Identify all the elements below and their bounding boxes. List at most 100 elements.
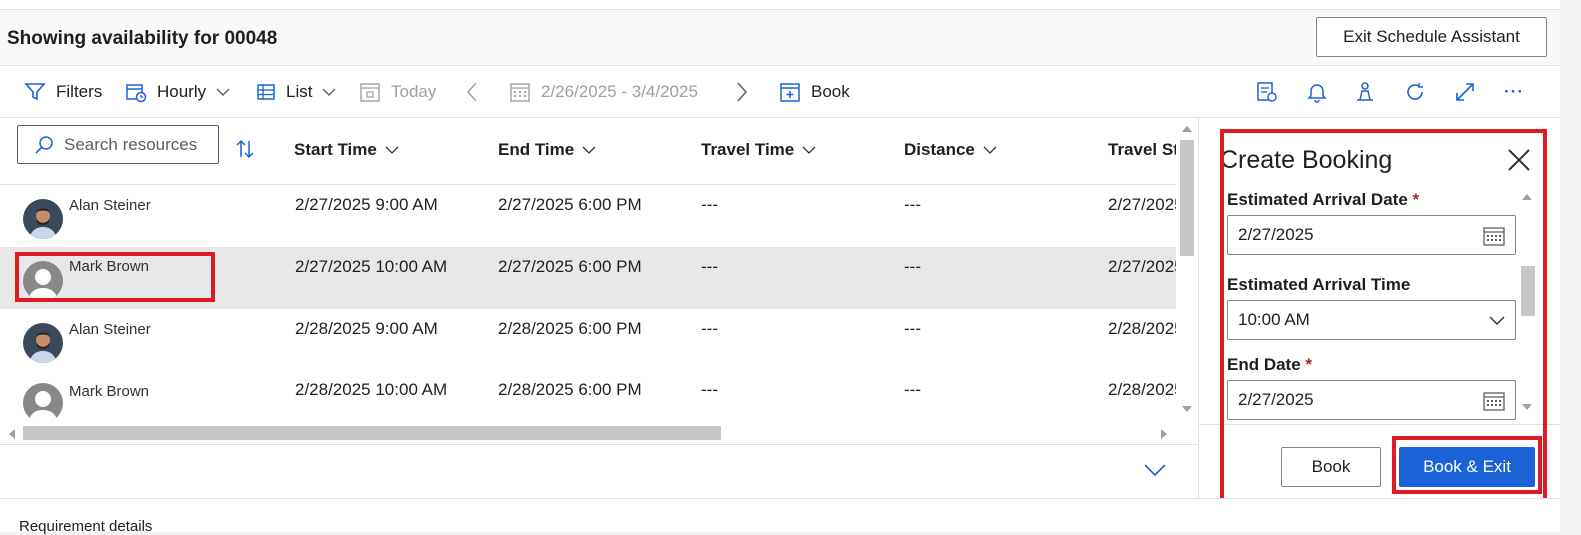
required-mark: * [1305, 355, 1313, 374]
chevron-down-icon [983, 146, 997, 154]
column-travel-start[interactable]: Travel Sta [1108, 140, 1176, 160]
today-label: Today [391, 82, 437, 101]
grid-horizontal-scrollbar[interactable] [0, 422, 1176, 444]
arrival-date-field[interactable]: 2/27/2025 [1227, 215, 1516, 255]
arrival-date-label-text: Estimated Arrival Date [1227, 190, 1408, 209]
footer: Requirement details [0, 498, 1560, 535]
table-row[interactable]: Alan Steiner 2/27/2025 9:00 AM 2/27/2025… [0, 185, 1176, 247]
scroll-down-arrow-icon [1522, 404, 1532, 410]
end-date-value: 2/27/2025 [1238, 390, 1314, 409]
column-label: Distance [904, 140, 975, 159]
end-date-field[interactable]: 2/27/2025 [1227, 380, 1516, 420]
refresh-icon[interactable] [1403, 80, 1427, 104]
filters-button[interactable]: Filters [24, 66, 102, 118]
column-travel-time[interactable]: Travel Time [701, 140, 816, 160]
start-time-cell: 2/27/2025 10:00 AM [295, 257, 448, 276]
scroll-up-arrow-icon [1522, 194, 1532, 200]
travel-time-cell: --- [701, 195, 718, 214]
previous-button[interactable] [465, 66, 489, 118]
end-time-cell: 2/28/2025 6:00 PM [498, 380, 642, 399]
table-row-selected[interactable]: Mark Brown 2/27/2025 10:00 AM 2/27/2025 … [0, 247, 1176, 309]
more-options-button[interactable]: ··· [1504, 66, 1524, 118]
calendar-today-icon [360, 83, 380, 102]
table-row[interactable]: Mark Brown 2/28/2025 10:00 AM 2/28/2025 … [0, 371, 1176, 422]
start-time-cell: 2/28/2025 10:00 AM [295, 380, 448, 399]
schedule-assistant: Showing availability for 00048 Exit Sche… [0, 0, 1581, 535]
start-time-cell: 2/28/2025 9:00 AM [295, 319, 438, 338]
requirement-details-label: Requirement details [19, 518, 153, 535]
hourly-label: Hourly [157, 82, 207, 101]
bell-icon[interactable] [1305, 80, 1329, 104]
travel-time-cell: --- [701, 257, 718, 276]
hourly-dropdown[interactable]: Hourly [125, 66, 230, 118]
chevron-down-icon [385, 146, 399, 154]
person-location-icon[interactable] [1353, 80, 1377, 104]
panel-divider [1199, 424, 1561, 425]
scroll-thumb[interactable] [1180, 140, 1194, 256]
grid-bottom-divider [0, 444, 1198, 445]
distance-cell: --- [904, 257, 921, 276]
exit-schedule-assistant-button[interactable]: Exit Schedule Assistant [1316, 17, 1547, 57]
avatar [23, 323, 63, 363]
table-icon [257, 84, 275, 100]
date-range-picker[interactable]: 2/26/2025 - 3/4/2025 [509, 66, 698, 118]
filters-label: Filters [56, 82, 103, 101]
calendar-clock-icon [126, 84, 147, 103]
arrival-time-dropdown[interactable]: 10:00 AM [1227, 300, 1516, 340]
distance-cell: --- [904, 195, 921, 214]
next-button[interactable] [735, 66, 759, 118]
chevron-right-icon [737, 82, 748, 102]
today-button[interactable]: Today [359, 66, 436, 118]
sort-icon[interactable] [235, 138, 255, 160]
expand-icon[interactable] [1453, 80, 1477, 104]
chevron-down-icon [1489, 316, 1505, 325]
panel-scrollbar[interactable] [1519, 188, 1535, 418]
grid-vertical-scrollbar[interactable] [1176, 118, 1198, 418]
avatar [23, 261, 63, 301]
travel-time-cell: --- [701, 380, 718, 399]
arrival-time-label: Estimated Arrival Time [1227, 275, 1411, 294]
scroll-up-arrow-icon [1182, 126, 1192, 132]
chevron-down-icon [802, 146, 816, 154]
booking-settings-icon[interactable] [1255, 80, 1279, 104]
filter-icon [24, 83, 46, 101]
resource-name: Alan Steiner [69, 197, 151, 214]
header: Showing availability for 00048 Exit Sche… [0, 10, 1560, 66]
book-button[interactable]: Book [1281, 447, 1381, 487]
chevron-down-icon [582, 146, 596, 154]
scroll-left-arrow-icon [9, 429, 15, 439]
chevron-down-icon[interactable] [1144, 463, 1166, 477]
chevron-down-icon [322, 88, 336, 96]
table-row[interactable]: Alan Steiner 2/28/2025 9:00 AM 2/28/2025… [0, 309, 1176, 371]
calendar-icon[interactable] [1483, 390, 1505, 412]
end-date-label: End Date * [1227, 355, 1312, 375]
scroll-thumb[interactable] [1521, 266, 1535, 316]
create-booking-panel: Create Booking Estimated Arrival Date * … [1198, 118, 1561, 498]
close-icon[interactable] [1507, 148, 1531, 172]
toolbar: Filters Hourly List Today 2/26/2025 - 3/… [0, 66, 1560, 118]
start-time-cell: 2/27/2025 9:00 AM [295, 195, 438, 214]
list-dropdown[interactable]: List [256, 66, 336, 118]
calendar-icon[interactable] [1483, 225, 1505, 247]
scroll-thumb[interactable] [23, 426, 721, 440]
chevron-left-icon [466, 82, 477, 102]
distance-cell: --- [904, 380, 921, 399]
list-label: List [286, 82, 313, 101]
column-distance[interactable]: Distance [904, 140, 997, 160]
scroll-right-arrow-icon [1161, 429, 1167, 439]
calendar-add-icon [780, 83, 800, 102]
book-and-exit-button[interactable]: Book & Exit [1399, 447, 1535, 487]
end-date-label-text: End Date [1227, 355, 1301, 374]
resource-grid: Search resources Start Time End Time Tra… [0, 118, 1198, 498]
column-end-time[interactable]: End Time [498, 140, 596, 160]
search-resources-input[interactable]: Search resources [17, 125, 219, 164]
resource-name: Mark Brown [69, 258, 150, 275]
chevron-down-icon [216, 88, 230, 96]
book-toolbar-button[interactable]: Book [779, 66, 850, 118]
required-mark: * [1412, 190, 1420, 209]
column-label: Travel Time [701, 140, 795, 159]
resource-name: Mark Brown [69, 383, 150, 400]
column-label: Travel Sta [1108, 140, 1176, 159]
column-start-time[interactable]: Start Time [294, 140, 399, 160]
book-toolbar-label: Book [811, 82, 850, 101]
